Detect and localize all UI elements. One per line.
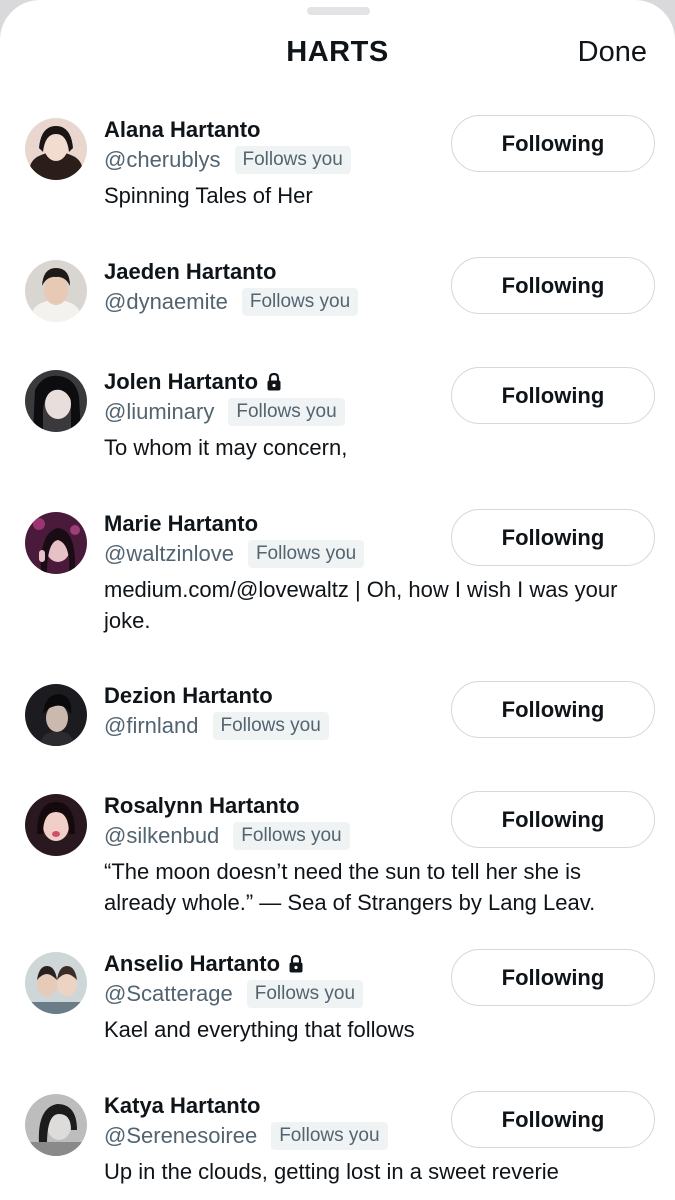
user-handle[interactable]: @liuminary [104, 399, 214, 425]
user-name[interactable]: Dezion Hartanto [104, 683, 273, 709]
following-button[interactable]: Following [451, 949, 655, 1006]
handle-line: @waltzinlove Follows you [104, 540, 365, 568]
follows-you-badge: Follows you [228, 398, 345, 426]
following-button[interactable]: Following [451, 1091, 655, 1148]
avatar[interactable] [25, 118, 87, 180]
user-bio: Spinning Tales of Her [104, 183, 313, 208]
user-bio: medium.com/@lovewaltz | Oh, how I wish I… [104, 577, 618, 633]
handle-line: @Serenesoiree Follows you [104, 1122, 388, 1150]
handle-line: @dynaemite Follows you [104, 288, 359, 316]
user-name[interactable]: Jaeden Hartanto [104, 259, 276, 285]
follows-you-badge: Follows you [247, 540, 365, 568]
following-button[interactable]: Following [451, 681, 655, 738]
user-name[interactable]: Rosalynn Hartanto [104, 793, 300, 819]
page-title: HARTS [286, 36, 389, 68]
handle-line: @liuminary Follows you [104, 398, 345, 426]
user-bio: To whom it may concern, [104, 435, 348, 460]
handle-line: @silkenbud Follows you [104, 822, 350, 850]
user-handle[interactable]: @firnland [104, 713, 199, 739]
done-button[interactable]: Done [578, 36, 647, 69]
user-handle[interactable]: @silkenbud [104, 823, 219, 849]
following-button[interactable]: Following [451, 791, 655, 848]
user-handle[interactable]: @Scatterage [104, 981, 233, 1007]
user-handle[interactable]: @Serenesoiree [104, 1123, 257, 1149]
user-handle[interactable]: @dynaemite [104, 289, 228, 315]
follows-you-badge: Follows you [246, 980, 364, 1008]
user-name[interactable]: Jolen Hartanto [104, 369, 282, 395]
avatar[interactable] [25, 794, 87, 856]
list-members-sheet: HARTS Done Alana Hartanto @cherublys Fol… [0, 0, 675, 1200]
avatar[interactable] [25, 684, 87, 746]
follows-you-badge: Follows you [271, 1122, 388, 1150]
avatar[interactable] [25, 1094, 87, 1156]
following-button[interactable]: Following [451, 509, 655, 566]
user-name[interactable]: Anselio Hartanto [104, 951, 304, 977]
lock-icon [267, 372, 281, 391]
avatar[interactable] [25, 260, 87, 322]
following-button[interactable]: Following [451, 367, 655, 424]
user-name[interactable]: Alana Hartanto [104, 117, 260, 143]
user-handle[interactable]: @waltzinlove [104, 541, 234, 567]
user-bio: “The moon doesn’t need the sun to tell h… [104, 859, 596, 915]
follows-you-badge: Follows you [212, 712, 329, 740]
user-name[interactable]: Marie Hartanto [104, 511, 258, 537]
lock-icon [289, 954, 303, 973]
following-button[interactable]: Following [451, 115, 655, 172]
follows-you-badge: Follows you [241, 288, 359, 316]
handle-line: @cherublys Follows you [104, 146, 351, 174]
avatar[interactable] [25, 512, 87, 574]
handle-line: @Scatterage Follows you [104, 980, 364, 1008]
handle-line: @firnland Follows you [104, 712, 329, 740]
user-bio: Up in the clouds, getting lost in a swee… [104, 1159, 559, 1184]
user-name[interactable]: Katya Hartanto [104, 1093, 260, 1119]
user-bio: Kael and everything that follows [104, 1017, 415, 1042]
follows-you-badge: Follows you [234, 146, 351, 174]
follows-you-badge: Follows you [233, 822, 350, 850]
avatar[interactable] [25, 370, 87, 432]
user-handle[interactable]: @cherublys [104, 147, 221, 173]
following-button[interactable]: Following [451, 257, 655, 314]
sheet-grabber[interactable] [307, 7, 370, 15]
avatar[interactable] [25, 952, 87, 1014]
